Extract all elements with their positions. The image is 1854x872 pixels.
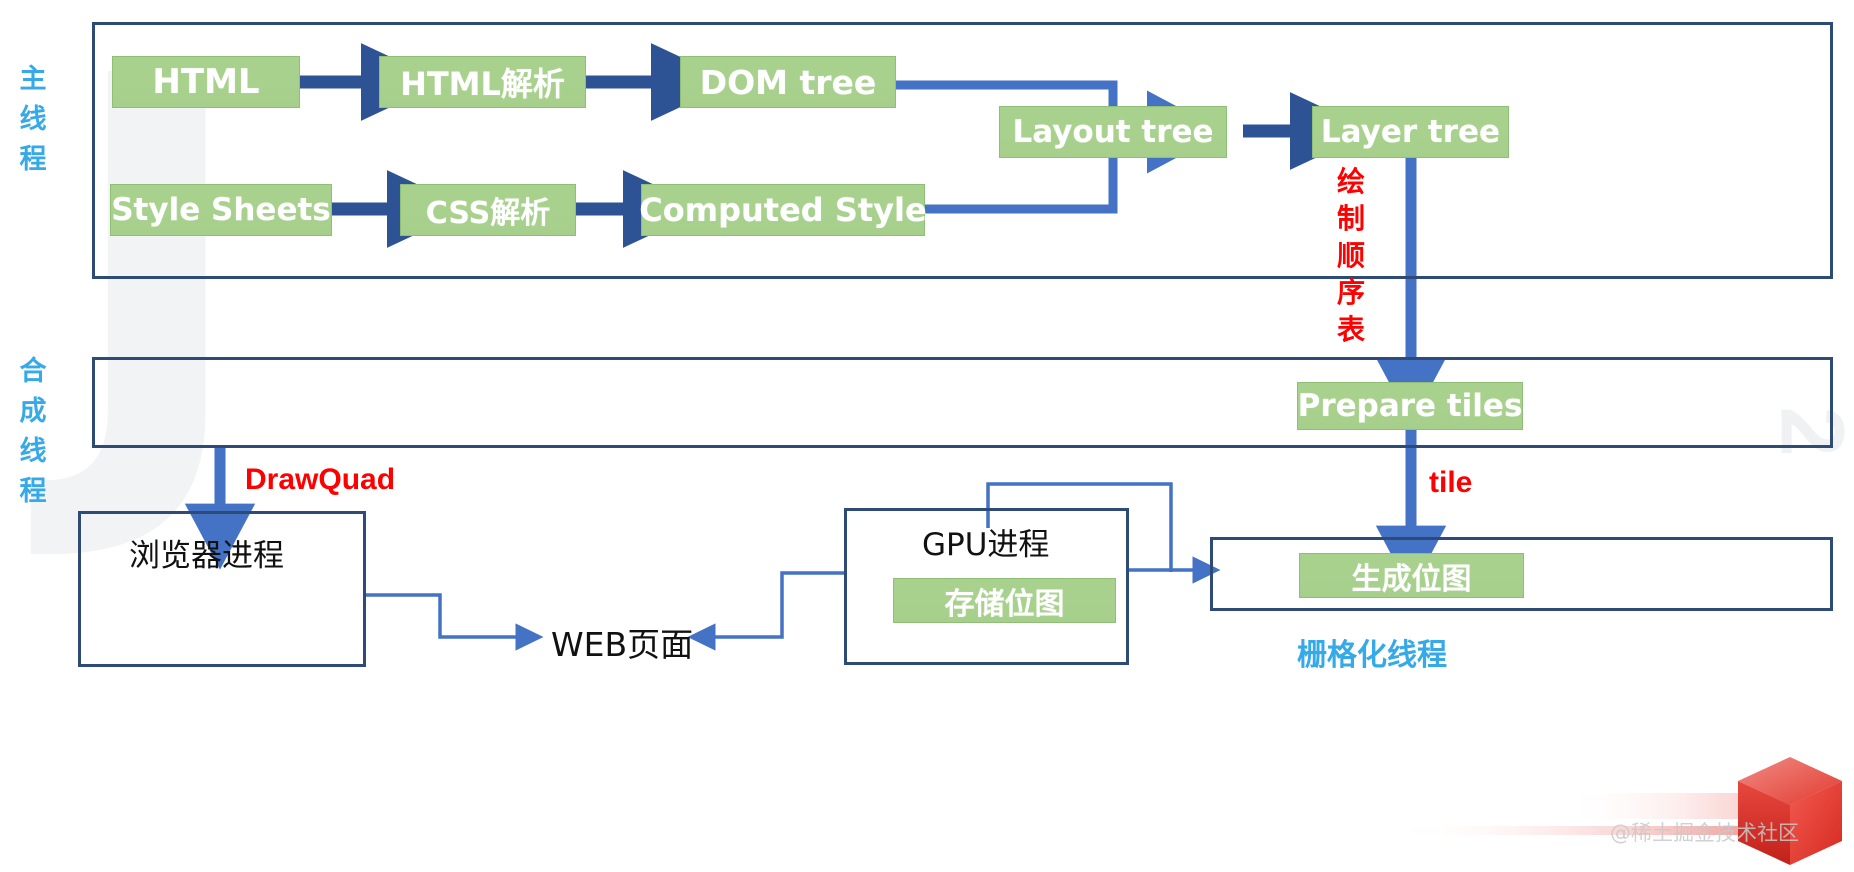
node-css-parse[interactable]: CSS解析 [400, 184, 576, 236]
node-computed-style[interactable]: Computed Style [639, 184, 927, 236]
compositor-thread-char-2: 线 [19, 436, 47, 467]
web-page-label: WEB页面 [551, 625, 694, 664]
node-layer-tree[interactable]: Layer tree [1312, 106, 1509, 158]
compositor-thread-frame [92, 357, 1833, 448]
draw-order-char-1: 制 [1336, 202, 1365, 235]
site-watermark: @稀土掘金技术社区 [1610, 821, 1799, 845]
main-thread-char-0: 主 [19, 64, 47, 95]
draw-order-char-3: 序 [1336, 276, 1365, 309]
draw-order-char-4: 表 [1336, 313, 1365, 346]
draw-order-char-0: 绘 [1336, 165, 1365, 198]
annotation-tile: tile [1429, 466, 1473, 499]
node-html-parse[interactable]: HTML解析 [379, 56, 586, 108]
main-thread-frame [92, 22, 1833, 279]
compositor-thread-char-0: 合 [19, 356, 47, 387]
draw-order-char-2: 顺 [1336, 239, 1365, 272]
node-generate-bitmap[interactable]: 生成位图 [1299, 553, 1524, 598]
connector-gpu-process-to-web-page [687, 571, 844, 651]
node-store-bitmap[interactable]: 存储位图 [893, 578, 1116, 623]
diagram-canvas: J 2 主 线 程 HTML HTML解析 DOM tree Style She… [0, 0, 1854, 872]
main-thread-label: 主 线 程 [16, 60, 50, 180]
main-thread-char-2: 程 [19, 144, 47, 175]
node-html[interactable]: HTML [112, 56, 300, 108]
main-thread-char-1: 线 [19, 104, 47, 135]
decorative-red-cube [1738, 757, 1842, 865]
annotation-draw-order-list: 绘 制 顺 序 表 [1335, 163, 1367, 348]
node-style-sheets[interactable]: Style Sheets [110, 184, 332, 236]
compositor-thread-char-1: 成 [19, 396, 47, 427]
raster-thread-label: 栅格化线程 [1297, 638, 1447, 673]
node-dom-tree[interactable]: DOM tree [680, 56, 896, 108]
gpu-process-title: GPU进程 [922, 527, 1050, 563]
compositor-thread-label: 合 成 线 程 [16, 352, 50, 512]
browser-process-title: 浏览器进程 [129, 538, 284, 574]
compositor-thread-char-3: 程 [19, 476, 47, 507]
annotation-drawquad: DrawQuad [245, 463, 396, 496]
node-layout-tree[interactable]: Layout tree [999, 106, 1227, 158]
node-prepare-tiles[interactable]: Prepare tiles [1297, 382, 1523, 430]
connector-browser-process-to-web-page [365, 593, 544, 651]
